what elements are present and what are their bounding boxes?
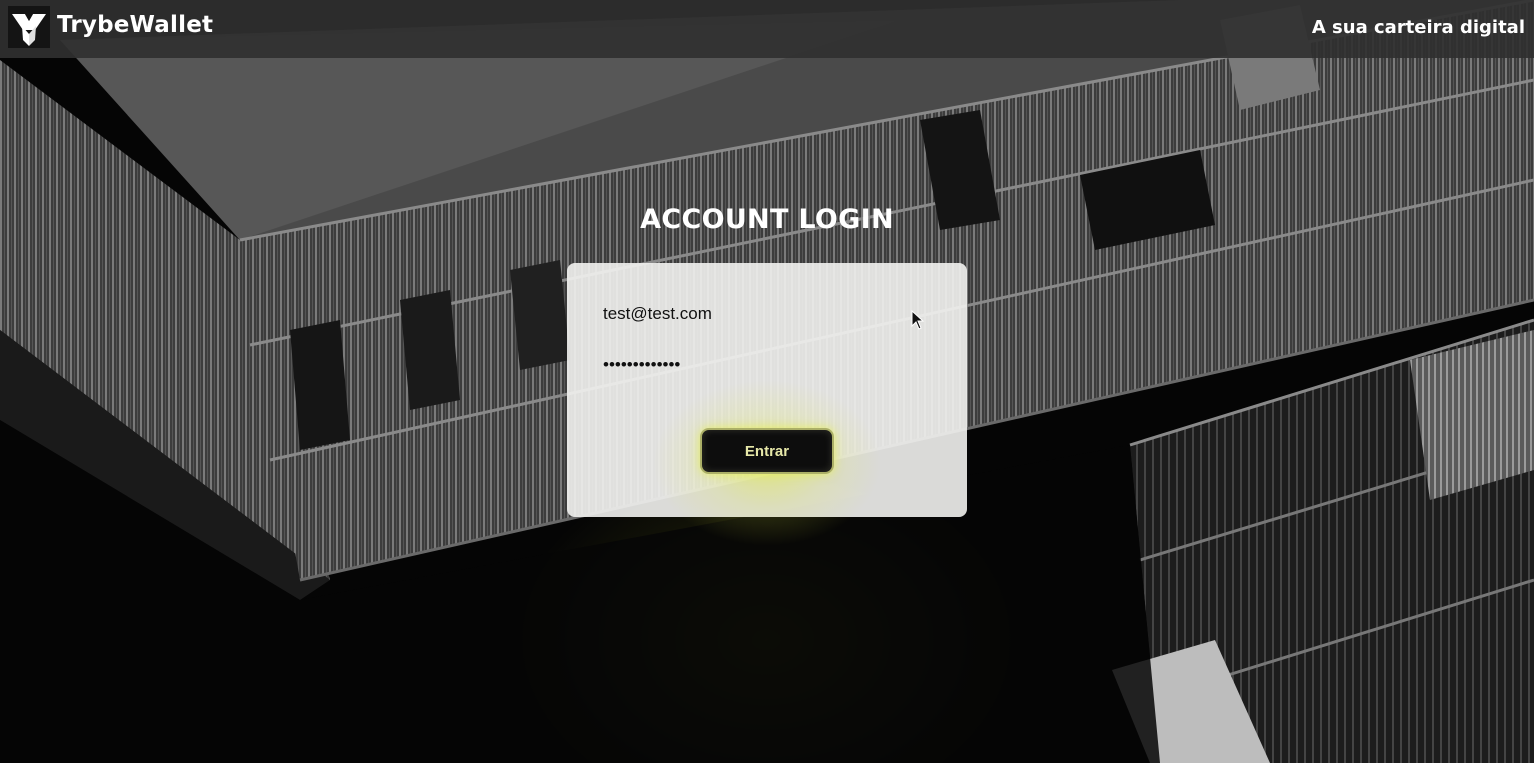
top-header: TrybeWallet A sua carteira digital xyxy=(0,0,1534,58)
login-card: Entrar xyxy=(567,263,967,553)
tagline: A sua carteira digital xyxy=(1311,17,1525,38)
trybe-logo-icon[interactable] xyxy=(8,6,50,48)
login-page: TrybeWallet A sua carteira digital ACCOU… xyxy=(0,0,1534,763)
password-field[interactable] xyxy=(603,349,923,381)
email-field[interactable] xyxy=(603,298,923,330)
login-submit-button[interactable]: Entrar xyxy=(700,428,834,474)
login-title: ACCOUNT LOGIN xyxy=(640,204,894,235)
brand-name: TrybeWallet xyxy=(57,12,214,38)
mouse-pointer-icon xyxy=(911,310,925,330)
